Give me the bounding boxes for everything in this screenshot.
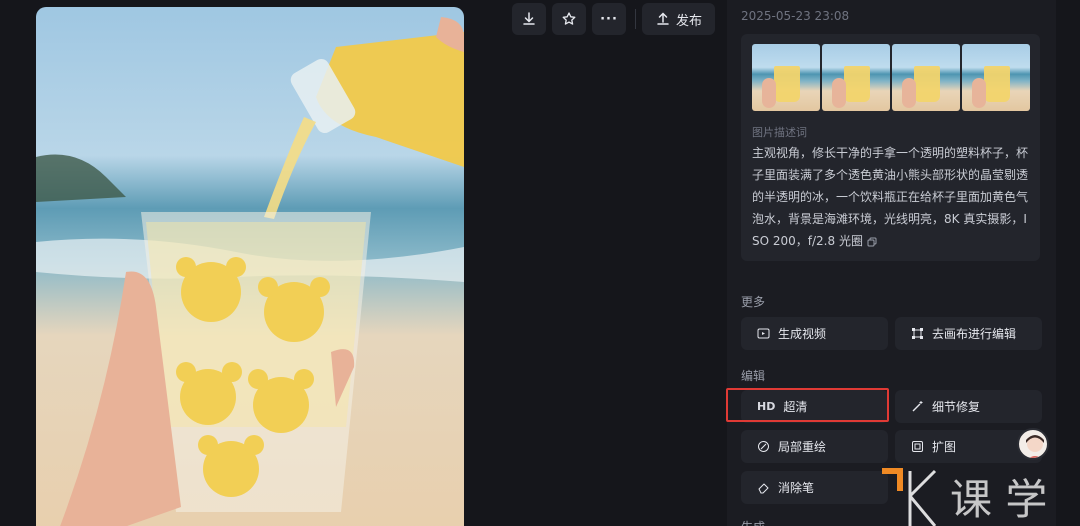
eraser-label: 消除笔 xyxy=(778,481,815,495)
generated-image[interactable] xyxy=(36,7,464,526)
prompt-body: 主观视角，修长干净的手拿一个透明的塑料杯子，杯子里面装满了多个透色黄油小熊头部形… xyxy=(752,146,1029,248)
favorite-button[interactable] xyxy=(552,3,586,35)
thumbnail-3[interactable] xyxy=(892,44,960,111)
video-icon xyxy=(757,328,770,339)
copy-icon[interactable] xyxy=(867,237,877,247)
toolbar-divider xyxy=(635,9,636,29)
next-section-title: 生成 xyxy=(741,518,765,526)
thumbnail-1[interactable] xyxy=(752,44,820,111)
created-timestamp: 2025-05-23 23:08 xyxy=(741,9,850,23)
eraser-icon xyxy=(758,483,769,494)
inpaint-button[interactable]: 局部重绘 xyxy=(741,430,888,463)
star-icon xyxy=(562,12,576,25)
download-icon xyxy=(523,12,535,25)
prompt-card: 图片描述词 主观视角，修长干净的手拿一个透明的塑料杯子，杯子里面装满了多个透色黄… xyxy=(741,34,1040,261)
detail-repair-label: 细节修复 xyxy=(932,400,981,414)
more-options-button[interactable]: ··· xyxy=(592,3,626,35)
watermark-logo: 课 学 xyxy=(882,468,1047,526)
thumbnail-2[interactable] xyxy=(822,44,890,111)
publish-button[interactable]: 发布 xyxy=(642,3,715,35)
eraser-button[interactable]: 消除笔 xyxy=(741,471,888,504)
watermark-text: 课 学 xyxy=(950,475,1047,524)
publish-label: 发布 xyxy=(675,13,702,29)
expand-icon xyxy=(912,441,923,452)
upscale-highlight-box xyxy=(726,388,889,422)
generate-video-label: 生成视频 xyxy=(778,327,827,341)
prompt-text: 主观视角，修长干净的手拿一个透明的塑料杯子，杯子里面装满了多个透色黄油小熊头部形… xyxy=(752,142,1032,252)
thumbnail-4[interactable] xyxy=(962,44,1030,111)
download-button[interactable] xyxy=(512,3,546,35)
prompt-label: 图片描述词 xyxy=(752,126,807,139)
brush-icon xyxy=(758,441,769,452)
user-avatar[interactable] xyxy=(1017,428,1049,460)
generate-video-button[interactable]: 生成视频 xyxy=(741,317,888,350)
canvas-icon xyxy=(912,328,923,339)
detail-repair-button[interactable]: 细节修复 xyxy=(895,390,1042,423)
magic-wand-icon xyxy=(912,401,923,412)
inpaint-label: 局部重绘 xyxy=(778,440,827,454)
upload-icon xyxy=(657,12,669,25)
canvas-edit-button[interactable]: 去画布进行编辑 xyxy=(895,317,1042,350)
thumbnail-strip xyxy=(752,44,1030,111)
canvas-edit-label: 去画布进行编辑 xyxy=(932,327,1017,341)
more-section-title: 更多 xyxy=(741,295,766,309)
expand-label: 扩图 xyxy=(932,440,957,454)
edit-section-title: 编辑 xyxy=(741,369,766,383)
